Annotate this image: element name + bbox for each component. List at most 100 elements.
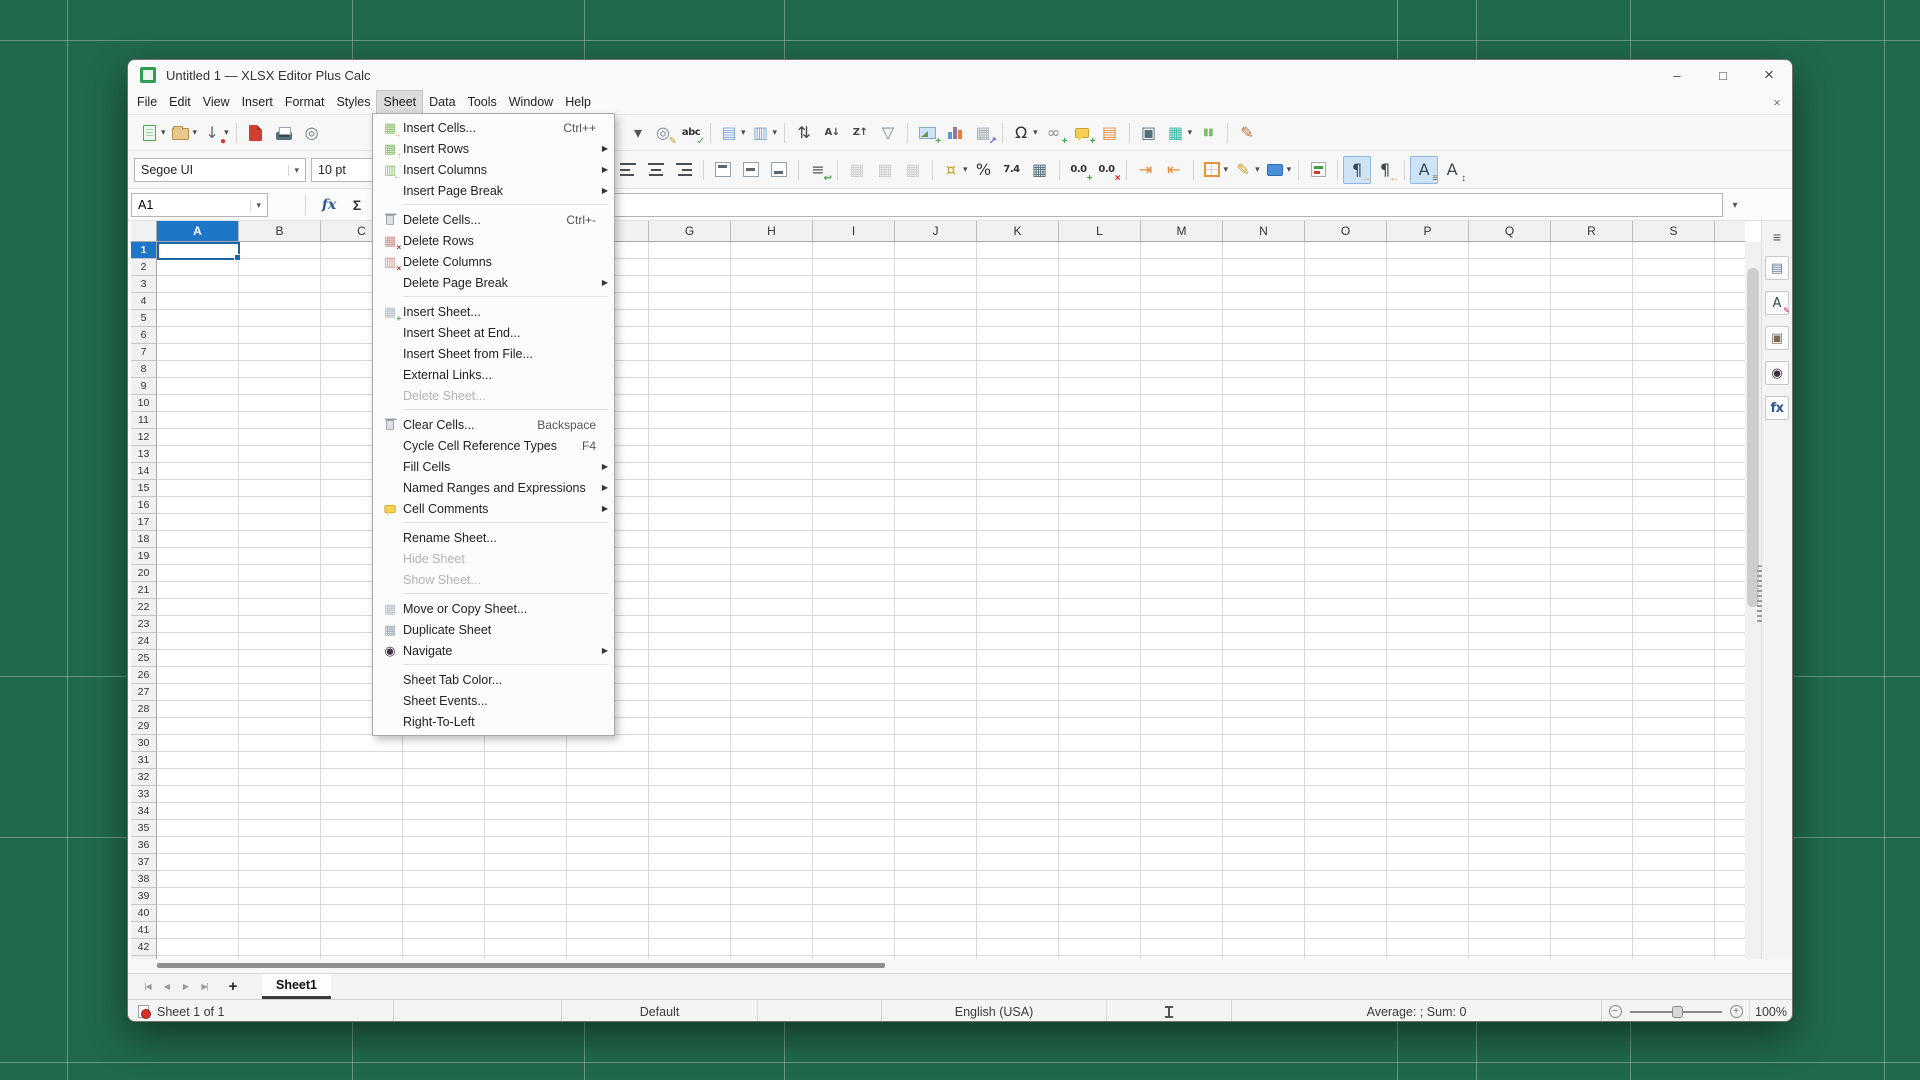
sidebar-settings-icon[interactable]: ≡ bbox=[1773, 229, 1781, 245]
column-header-g[interactable]: G bbox=[649, 221, 731, 241]
menubar-item-file[interactable]: File bbox=[131, 90, 163, 114]
column-header-p[interactable]: P bbox=[1387, 221, 1469, 241]
document-modified-icon[interactable] bbox=[138, 1005, 149, 1018]
open-file-button[interactable]: ▾ bbox=[168, 119, 200, 147]
row-header-27[interactable]: 27 bbox=[131, 684, 156, 701]
row-header-11[interactable]: 11 bbox=[131, 412, 156, 429]
print-button[interactable] bbox=[270, 119, 298, 147]
name-box[interactable]: A1 ▾ bbox=[131, 193, 268, 217]
menubar-item-data[interactable]: Data bbox=[423, 90, 461, 114]
row-header-1[interactable]: 1 bbox=[131, 242, 156, 259]
gallery-deck-button[interactable]: ▣ bbox=[1765, 326, 1789, 350]
row-header-31[interactable]: 31 bbox=[131, 752, 156, 769]
column-header-s[interactable]: S bbox=[1633, 221, 1715, 241]
close-button[interactable]: × bbox=[1746, 60, 1792, 90]
new-document-button[interactable]: ▾ bbox=[136, 119, 168, 147]
expand-formula-bar-icon[interactable]: ▾ bbox=[1726, 193, 1744, 217]
insert-image-button[interactable]: + bbox=[913, 119, 941, 147]
row-button[interactable]: ▤▾ bbox=[716, 119, 748, 147]
row-header-39[interactable]: 39 bbox=[131, 888, 156, 905]
add-decimal-place-button[interactable]: 0.0+ bbox=[1065, 156, 1093, 184]
row-header-40[interactable]: 40 bbox=[131, 905, 156, 922]
decrease-indent-button[interactable]: ⇤ bbox=[1160, 156, 1188, 184]
freeze-rows-and-columns-button[interactable]: ▦▾ bbox=[1163, 119, 1195, 147]
close-document-icon[interactable]: × bbox=[1768, 90, 1786, 114]
column-header-o[interactable]: O bbox=[1305, 221, 1387, 241]
align-right-button[interactable] bbox=[670, 156, 698, 184]
menu-item-named-ranges-and-expressions[interactable]: Named Ranges and Expressions▶ bbox=[373, 477, 614, 498]
menubar-item-view[interactable]: View bbox=[197, 90, 236, 114]
previous-sheet-button[interactable]: ◀ bbox=[157, 982, 176, 991]
vertical-scrollbar-thumb[interactable] bbox=[1747, 268, 1759, 607]
row-header-41[interactable]: 41 bbox=[131, 922, 156, 939]
menu-item-sheet-events[interactable]: Sheet Events... bbox=[373, 690, 614, 711]
row-header-9[interactable]: 9 bbox=[131, 378, 156, 395]
menu-item-insert-sheet[interactable]: ▦+Insert Sheet... bbox=[373, 301, 614, 322]
select-all-corner[interactable] bbox=[131, 221, 157, 242]
menu-item-insert-columns[interactable]: ▥←Insert Columns▶ bbox=[373, 159, 614, 180]
menu-item-cycle-cell-reference-types[interactable]: Cycle Cell Reference TypesF4 bbox=[373, 435, 614, 456]
format-as-date-button[interactable]: ▦ bbox=[1026, 156, 1054, 184]
sort-button[interactable]: ⇅ bbox=[790, 119, 818, 147]
row-header-19[interactable]: 19 bbox=[131, 548, 156, 565]
find-and-replace-button[interactable]: ◎✎ bbox=[649, 119, 677, 147]
properties-deck-button[interactable]: ▤ bbox=[1765, 256, 1789, 280]
text-direction-vertical-button[interactable]: A↕ bbox=[1438, 156, 1466, 184]
horizontal-scrollbar[interactable] bbox=[128, 959, 1792, 973]
row-header-35[interactable]: 35 bbox=[131, 820, 156, 837]
row-header-4[interactable]: 4 bbox=[131, 293, 156, 310]
row-header-10[interactable]: 10 bbox=[131, 395, 156, 412]
insert-comment-button[interactable]: + bbox=[1068, 119, 1096, 147]
left-to-right-button[interactable]: ¶→ bbox=[1343, 156, 1371, 184]
menu-item-move-or-copy-sheet[interactable]: ▦Move or Copy Sheet... bbox=[373, 598, 614, 619]
row-header-12[interactable]: 12 bbox=[131, 429, 156, 446]
wrap-text-button[interactable]: ≡↩ bbox=[804, 156, 832, 184]
save-button[interactable]: ↓●▾ bbox=[199, 119, 231, 147]
menu-item-navigate[interactable]: ◉Navigate▶ bbox=[373, 640, 614, 661]
print-area-button[interactable]: ▣ bbox=[1135, 119, 1163, 147]
row-header-6[interactable]: 6 bbox=[131, 327, 156, 344]
menu-item-insert-cells[interactable]: ▦→Insert Cells...Ctrl++ bbox=[373, 117, 614, 138]
split-window-button[interactable]: ▮▮ bbox=[1194, 119, 1222, 147]
row-header-37[interactable]: 37 bbox=[131, 854, 156, 871]
align-center-button[interactable] bbox=[642, 156, 670, 184]
menu-item-sheet-tab-color[interactable]: Sheet Tab Color... bbox=[373, 669, 614, 690]
menubar-item-edit[interactable]: Edit bbox=[163, 90, 197, 114]
maximize-button[interactable]: □ bbox=[1700, 60, 1746, 90]
sum-button[interactable]: Σ bbox=[346, 193, 368, 217]
navigator-deck-button[interactable]: ◉ bbox=[1765, 361, 1789, 385]
redo-dropdown-button[interactable]: ▾ bbox=[624, 119, 652, 147]
text-direction-horizontal-button[interactable]: A≡ bbox=[1410, 156, 1438, 184]
menu-item-duplicate-sheet[interactable]: ▦Duplicate Sheet bbox=[373, 619, 614, 640]
row-header-20[interactable]: 20 bbox=[131, 565, 156, 582]
row-header-7[interactable]: 7 bbox=[131, 344, 156, 361]
conditional-formatting-button[interactable] bbox=[1304, 156, 1332, 184]
column-header-n[interactable]: N bbox=[1223, 221, 1305, 241]
column-header-h[interactable]: H bbox=[731, 221, 813, 241]
row-header-13[interactable]: 13 bbox=[131, 446, 156, 463]
row-header-36[interactable]: 36 bbox=[131, 837, 156, 854]
center-vertically-button[interactable] bbox=[737, 156, 765, 184]
autofilter-button[interactable]: ▽ bbox=[874, 119, 902, 147]
border-style-button[interactable]: ✎▾ bbox=[1230, 156, 1262, 184]
column-header-m[interactable]: M bbox=[1141, 221, 1223, 241]
menubar-item-tools[interactable]: Tools bbox=[462, 90, 503, 114]
functions-deck-button[interactable]: fx bbox=[1765, 396, 1789, 420]
column-header-a[interactable]: A bbox=[157, 221, 239, 241]
last-sheet-button[interactable]: ▶| bbox=[195, 982, 214, 991]
row-header-33[interactable]: 33 bbox=[131, 786, 156, 803]
insert-hyperlink-button[interactable]: ∞+ bbox=[1040, 119, 1068, 147]
menu-item-right-to-left[interactable]: Right-To-Left bbox=[373, 711, 614, 732]
menu-item-cell-comments[interactable]: Cell Comments▶ bbox=[373, 498, 614, 519]
minimize-button[interactable]: – bbox=[1654, 60, 1700, 90]
column-header-k[interactable]: K bbox=[977, 221, 1059, 241]
language-status[interactable]: English (USA) bbox=[881, 1000, 1106, 1022]
sheet-tab-sheet1[interactable]: Sheet1 bbox=[262, 974, 331, 999]
insert-pivot-table-button[interactable]: ▦↗ bbox=[969, 119, 997, 147]
row-header-38[interactable]: 38 bbox=[131, 871, 156, 888]
increase-indent-button[interactable]: ⇥ bbox=[1132, 156, 1160, 184]
column-header-l[interactable]: L bbox=[1059, 221, 1141, 241]
zoom-in-icon[interactable]: + bbox=[1730, 1005, 1743, 1018]
column-header-r[interactable]: R bbox=[1551, 221, 1633, 241]
headers-and-footers-button[interactable]: ▤ bbox=[1096, 119, 1124, 147]
